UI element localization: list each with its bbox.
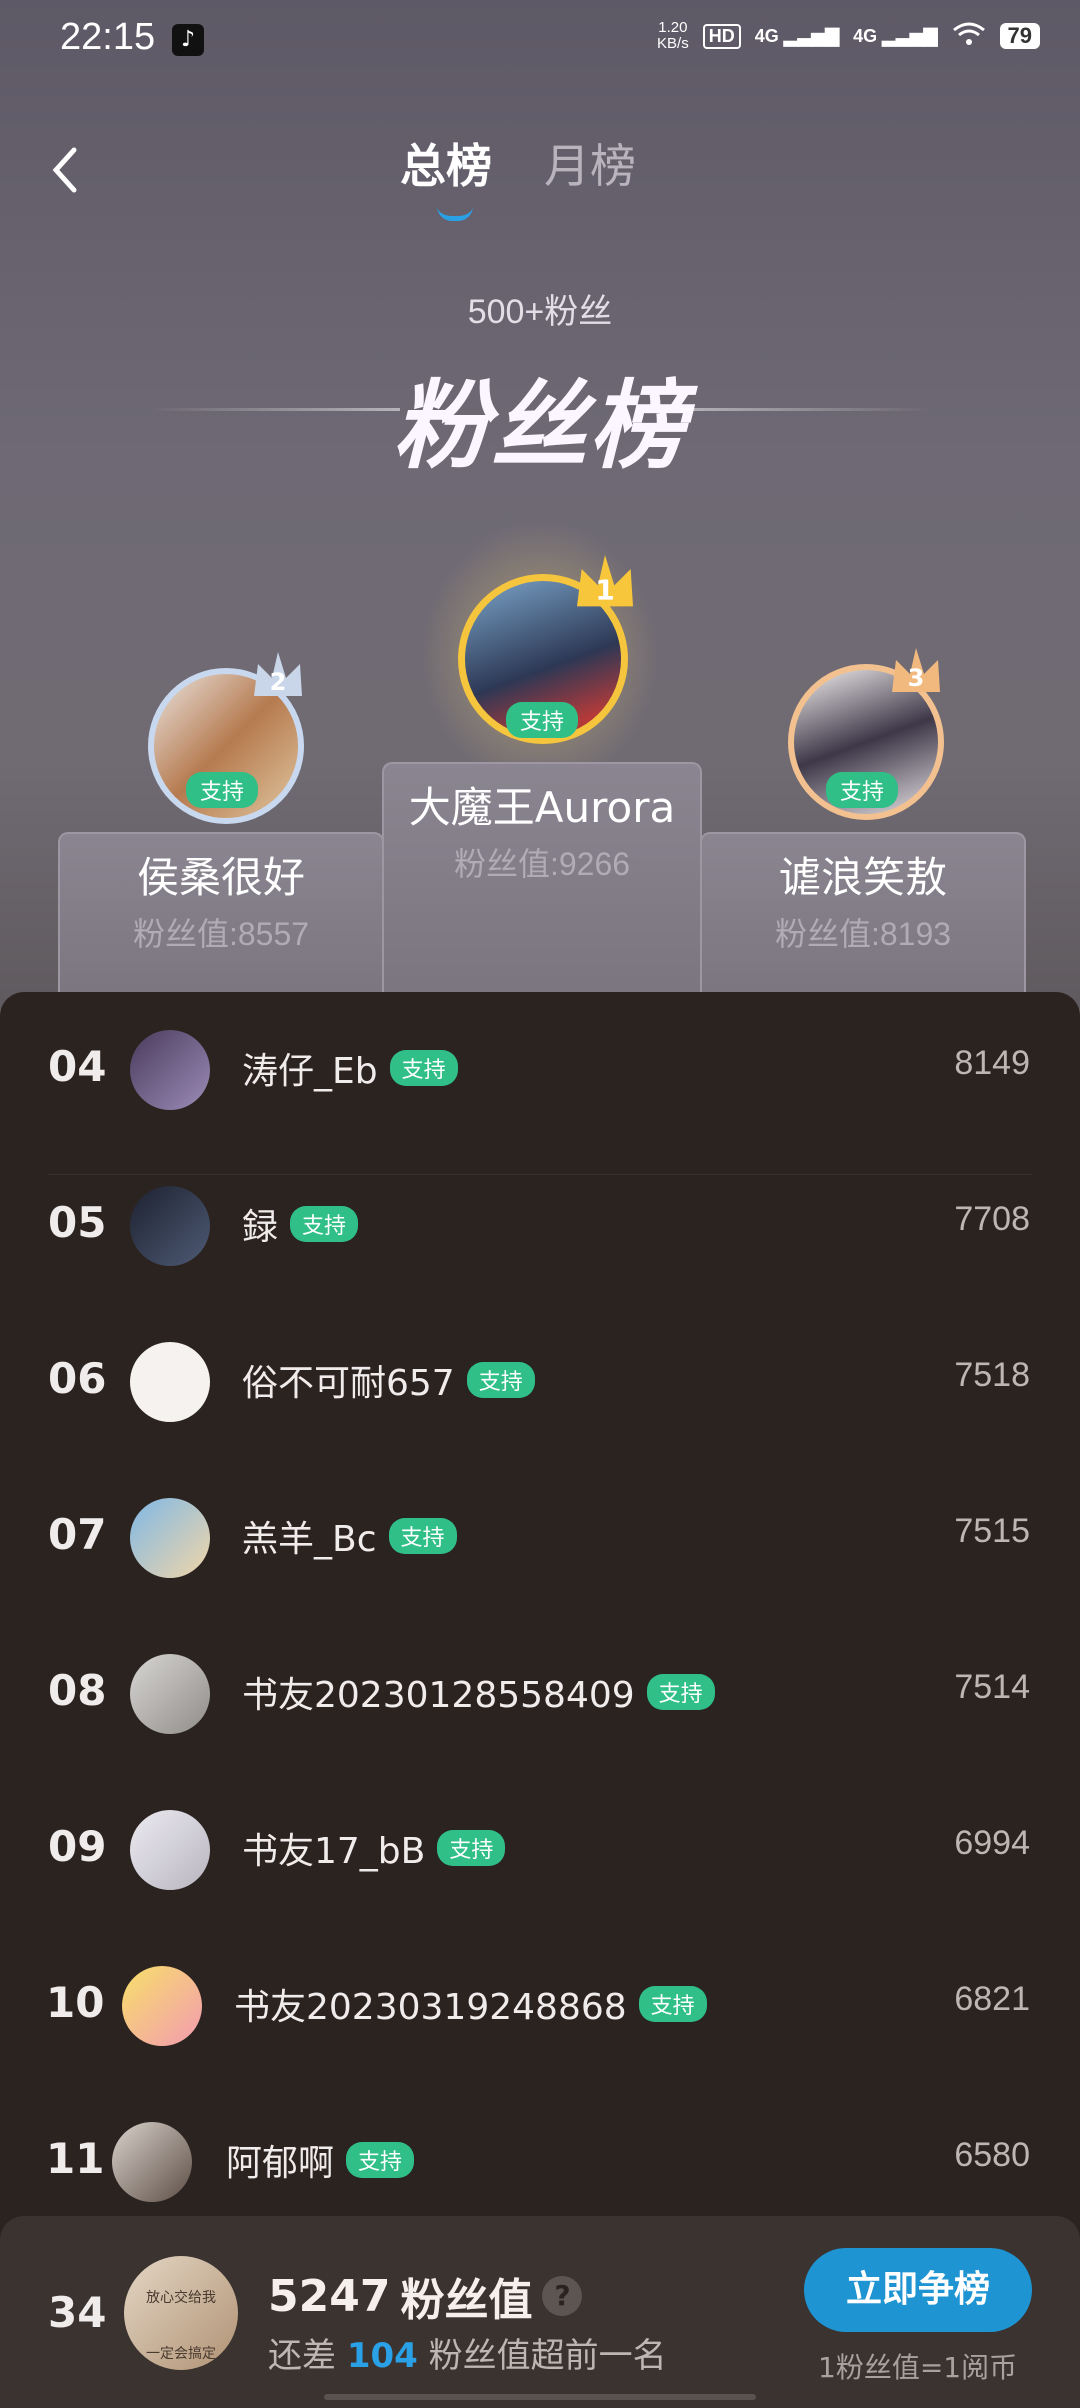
tab-monthly[interactable]: 月榜	[544, 130, 636, 196]
status-indicators: 1.20 KB/s HD 4G ▂▃▅▇ 4G ▂▃▅▇ 79	[657, 20, 1040, 52]
avatar[interactable]	[130, 1810, 210, 1890]
rank-number: 04	[48, 1042, 107, 1091]
my-fans-value: 5247 粉丝值 ?	[268, 2264, 583, 2328]
svg-text:3: 3	[908, 664, 925, 692]
rank-number: 07	[48, 1510, 107, 1559]
ranking-tabs: 总榜 月榜	[400, 130, 636, 196]
rank-number: 05	[48, 1198, 107, 1247]
list-item[interactable]: 06 俗不可耐657 支持 7518	[0, 1304, 1080, 1460]
rank-number: 06	[48, 1354, 107, 1403]
home-indicator[interactable]	[324, 2394, 756, 2400]
page-title: 粉丝榜	[393, 370, 687, 482]
gap-to-next: 还差 104 粉丝值超前一名	[268, 2336, 667, 2376]
third-place-podium[interactable]: 谑浪笑敖 粉丝值:8193	[700, 832, 1026, 1002]
user-name: 书友20230319248868	[234, 1987, 627, 2028]
list-item[interactable]: 07 羔羊_Bc 支持 7515	[0, 1460, 1080, 1616]
tab-total[interactable]: 总榜	[400, 130, 492, 196]
avatar[interactable]	[130, 1186, 210, 1266]
second-place-crown-icon: 2	[248, 646, 308, 706]
support-tag[interactable]: 支持	[346, 2142, 415, 2178]
my-rank-number: 34	[48, 2288, 107, 2337]
first-place-podium[interactable]: 大魔王Aurora 粉丝值:9266	[382, 762, 702, 1002]
rank-number: 09	[48, 1822, 107, 1871]
list-item[interactable]: 09 书友17_bB 支持 6994	[0, 1772, 1080, 1928]
page-title-wrap: 粉丝榜	[0, 348, 1080, 487]
second-place-podium[interactable]: 侯桑很好 粉丝值:8557	[58, 832, 384, 1002]
network-speed: 1.20 KB/s	[657, 19, 689, 52]
list-item[interactable]: 08 书友20230128558409 支持 7514	[0, 1616, 1080, 1772]
wifi-icon	[952, 21, 986, 52]
first-place-value: 粉丝值:9266	[453, 846, 631, 882]
fan-score: 8149	[954, 1044, 1030, 1082]
avatar[interactable]	[122, 1966, 202, 2046]
gap-value: 104	[346, 2336, 418, 2376]
user-name: 録	[242, 1207, 279, 1248]
fan-score: 7708	[954, 1200, 1030, 1238]
ranking-list[interactable]: 04 涛仔_Eb 支持 8149 05 録支持 7708 06 俗不可耐657 支持…	[0, 992, 1080, 2408]
user-name: 俗不可耐657	[242, 1363, 455, 1404]
fan-score: 7515	[954, 1512, 1030, 1550]
my-rank-bar: 34 放心交给我 一定会搞定 5247 粉丝值 ? 还差 104 粉丝值超前一名…	[0, 2216, 1080, 2408]
support-tag[interactable]: 支持	[290, 1206, 359, 1242]
rank-number: 08	[48, 1666, 107, 1715]
second-place-name: 侯桑很好	[136, 853, 305, 902]
support-tag[interactable]: 支持	[437, 1830, 506, 1866]
svg-text:2: 2	[270, 668, 287, 696]
user-name: 羔羊_Bc	[242, 1519, 377, 1560]
support-tag[interactable]: 支持	[646, 1674, 715, 1710]
avatar[interactable]	[130, 1654, 210, 1734]
fans-number: 5247	[268, 2270, 391, 2322]
second-place-value: 粉丝值:8557	[132, 916, 310, 952]
fans-unit: 粉丝值	[400, 2275, 533, 2326]
tiktok-notification-icon: ♪	[172, 24, 204, 56]
rank-number: 10	[46, 1978, 105, 2027]
avatar[interactable]	[130, 1030, 210, 1110]
rank-number: 11	[46, 2134, 105, 2183]
help-icon[interactable]: ?	[542, 2276, 583, 2316]
title-deco-left	[150, 408, 400, 411]
avatar[interactable]	[130, 1342, 210, 1422]
signal-icon-2: 4G ▂▃▅▇	[853, 25, 938, 46]
third-place-name: 谑浪笑敖	[778, 853, 947, 902]
support-tag[interactable]: 支持	[638, 1986, 707, 2022]
avatar[interactable]	[130, 1498, 210, 1578]
avatar[interactable]	[112, 2122, 192, 2202]
user-name: 阿郁啊	[226, 2143, 335, 2184]
list-item[interactable]: 05 録支持 7708	[0, 1148, 1080, 1304]
first-place-crown-icon: 1	[570, 548, 640, 618]
signal-icon: 4G ▂▃▅▇	[754, 25, 840, 46]
status-time: 22:15	[60, 16, 156, 58]
user-name: 涛仔_Eb	[242, 1051, 378, 1092]
fan-score: 7514	[954, 1668, 1030, 1706]
second-place-support-tag[interactable]: 支持	[186, 772, 259, 808]
support-tag[interactable]: 支持	[466, 1362, 535, 1398]
first-place-support-tag[interactable]: 支持	[506, 702, 579, 738]
chevron-left-icon	[52, 147, 77, 193]
my-avatar[interactable]: 放心交给我 一定会搞定	[124, 2256, 238, 2370]
status-bar: 22:15 ♪ 1.20 KB/s HD 4G ▂▃▅▇ 4G ▂▃▅▇ 79	[0, 0, 1080, 80]
hd-icon: HD	[702, 23, 741, 49]
title-deco-right	[680, 408, 930, 411]
list-item[interactable]: 04 涛仔_Eb 支持 8149	[0, 992, 1080, 1148]
fan-score: 6821	[954, 1980, 1030, 2018]
my-avatar-caption: 放心交给我 一定会搞定	[146, 2290, 216, 2362]
support-tag[interactable]: 支持	[388, 1518, 457, 1554]
user-name: 书友17_bB	[242, 1831, 426, 1872]
battery-icon: 79	[999, 23, 1040, 49]
fan-score: 6994	[954, 1824, 1030, 1862]
third-place-crown-icon: 3	[886, 642, 946, 702]
fan-score: 7518	[954, 1356, 1030, 1394]
svg-text:1: 1	[595, 573, 614, 606]
exchange-note: 1粉丝值=1阅币	[818, 2351, 1018, 2384]
compete-button[interactable]: 立即争榜	[804, 2248, 1032, 2332]
fan-score: 6580	[954, 2136, 1030, 2174]
list-item[interactable]: 10 书友20230319248868 支持 6821	[0, 1928, 1080, 2084]
user-name: 书友20230128558409	[242, 1675, 635, 1716]
third-place-support-tag[interactable]: 支持	[826, 772, 899, 808]
third-place-value: 粉丝值:8193	[774, 916, 952, 952]
fans-threshold: 500+粉丝	[467, 293, 613, 331]
first-place-name: 大魔王Aurora	[408, 783, 676, 832]
back-button[interactable]	[44, 140, 84, 200]
support-tag[interactable]: 支持	[389, 1050, 458, 1086]
